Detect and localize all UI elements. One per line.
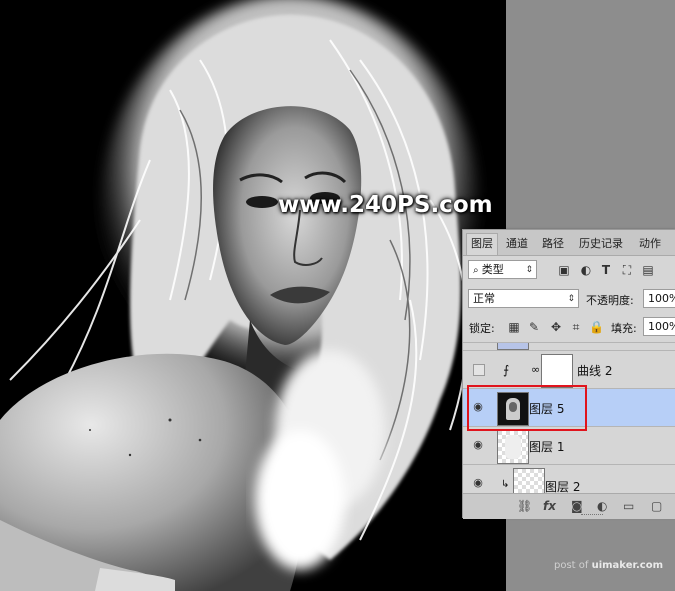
eye-icon[interactable]: ◉ <box>471 439 485 451</box>
chevron-updown-icon: ⇕ <box>525 265 533 275</box>
curves-adjustment-icon: ⨍ <box>503 363 510 377</box>
selection-highlight-box <box>467 385 587 431</box>
eye-icon[interactable]: ◉ <box>471 477 485 489</box>
layer-mask-thumbnail[interactable] <box>541 354 573 388</box>
filter-value: 类型 <box>481 263 504 276</box>
lock-all-icon[interactable]: 🔒 <box>589 320 604 334</box>
panel-bottom-bar: ⛓ fx ◙ ◐ ▭ ▢ <box>463 493 675 519</box>
tab-paths[interactable]: 路径 <box>538 234 568 255</box>
blend-mode-select[interactable]: 正常 ⇕ <box>468 289 579 308</box>
fill-input[interactable]: 100% <box>643 317 675 336</box>
layer-thumbnail[interactable] <box>497 430 529 464</box>
image-filter-icon[interactable]: ▣ <box>557 263 571 277</box>
tab-actions[interactable]: 动作 <box>635 234 665 255</box>
chevron-updown-icon: ⇕ <box>567 294 575 304</box>
new-layer-icon[interactable]: ▢ <box>651 499 662 513</box>
layer-name[interactable]: 图层 1 <box>529 438 564 455</box>
visibility-toggle[interactable] <box>473 364 485 376</box>
lock-artboard-icon[interactable]: ⌗ <box>569 320 583 334</box>
layer-row-layer1[interactable]: ◉ 图层 1 <box>463 426 675 465</box>
type-filter-icon[interactable]: T <box>599 263 613 277</box>
lock-position-icon[interactable]: ✥ <box>549 320 563 334</box>
layer-row-curves[interactable]: ⨍ ∞ 曲线 2 <box>463 350 675 389</box>
lock-transparent-icon[interactable]: ▦ <box>507 320 521 334</box>
layers-panel: 图层 通道 路径 历史记录 动作 ⌕ 类型 ⇕ ▣ ◐ T ⛶ ▤ 正常 ⇕ 不… <box>462 229 675 519</box>
fx-icon[interactable]: fx <box>543 499 556 513</box>
layer-thumbnail <box>497 343 529 350</box>
smart-object-filter-icon[interactable]: ▤ <box>641 263 655 277</box>
search-icon: ⌕ <box>473 265 482 276</box>
new-adjustment-icon[interactable]: ◐ <box>597 499 607 513</box>
filter-row: ⌕ 类型 ⇕ ▣ ◐ T ⛶ ▤ <box>463 258 675 282</box>
adjustment-filter-icon[interactable]: ◐ <box>579 263 593 277</box>
layer-thumbnail[interactable] <box>513 468 545 494</box>
filter-type-select[interactable]: ⌕ 类型 ⇕ <box>468 260 537 279</box>
layer-row-layer2[interactable]: ◉ ↳ 图层 2 <box>463 464 675 494</box>
lock-brush-icon[interactable]: ✎ <box>527 320 541 334</box>
add-mask-icon[interactable]: ◙ <box>571 499 583 513</box>
watermark-text: www.240PS.com <box>278 192 493 218</box>
shape-filter-icon[interactable]: ⛶ <box>620 263 634 277</box>
layer-name[interactable]: 曲线 2 <box>577 362 612 379</box>
tab-layers[interactable]: 图层 <box>466 233 498 255</box>
blend-row: 正常 ⇕ 不透明度: 100% <box>463 287 675 311</box>
fill-label: 填充: <box>611 322 637 335</box>
layer-name[interactable]: 图层 2 <box>545 478 580 494</box>
tab-channels[interactable]: 通道 <box>502 234 532 255</box>
new-group-icon[interactable]: ▭ <box>623 499 634 513</box>
lock-row: 锁定: ▦ ✎ ✥ ⌗ 🔒 填充: 100% <box>463 316 675 340</box>
lock-label: 锁定: <box>469 322 495 335</box>
clipping-arrow-icon: ↳ <box>501 479 510 490</box>
link-layers-icon[interactable]: ⛓ <box>517 499 532 513</box>
chain-link-icon[interactable]: ∞ <box>531 363 540 376</box>
blend-mode-value: 正常 <box>473 292 495 305</box>
credit-text: post of uimaker.com <box>554 560 663 571</box>
tab-history[interactable]: 历史记录 <box>575 234 627 255</box>
canvas[interactable]: www.240PS.com <box>0 0 506 591</box>
opacity-label: 不透明度: <box>586 294 634 307</box>
portrait-image <box>0 0 506 591</box>
panel-tabs: 图层 通道 路径 历史记录 动作 <box>463 230 675 256</box>
resize-grip[interactable] <box>581 514 603 517</box>
opacity-input[interactable]: 100% <box>643 289 675 308</box>
